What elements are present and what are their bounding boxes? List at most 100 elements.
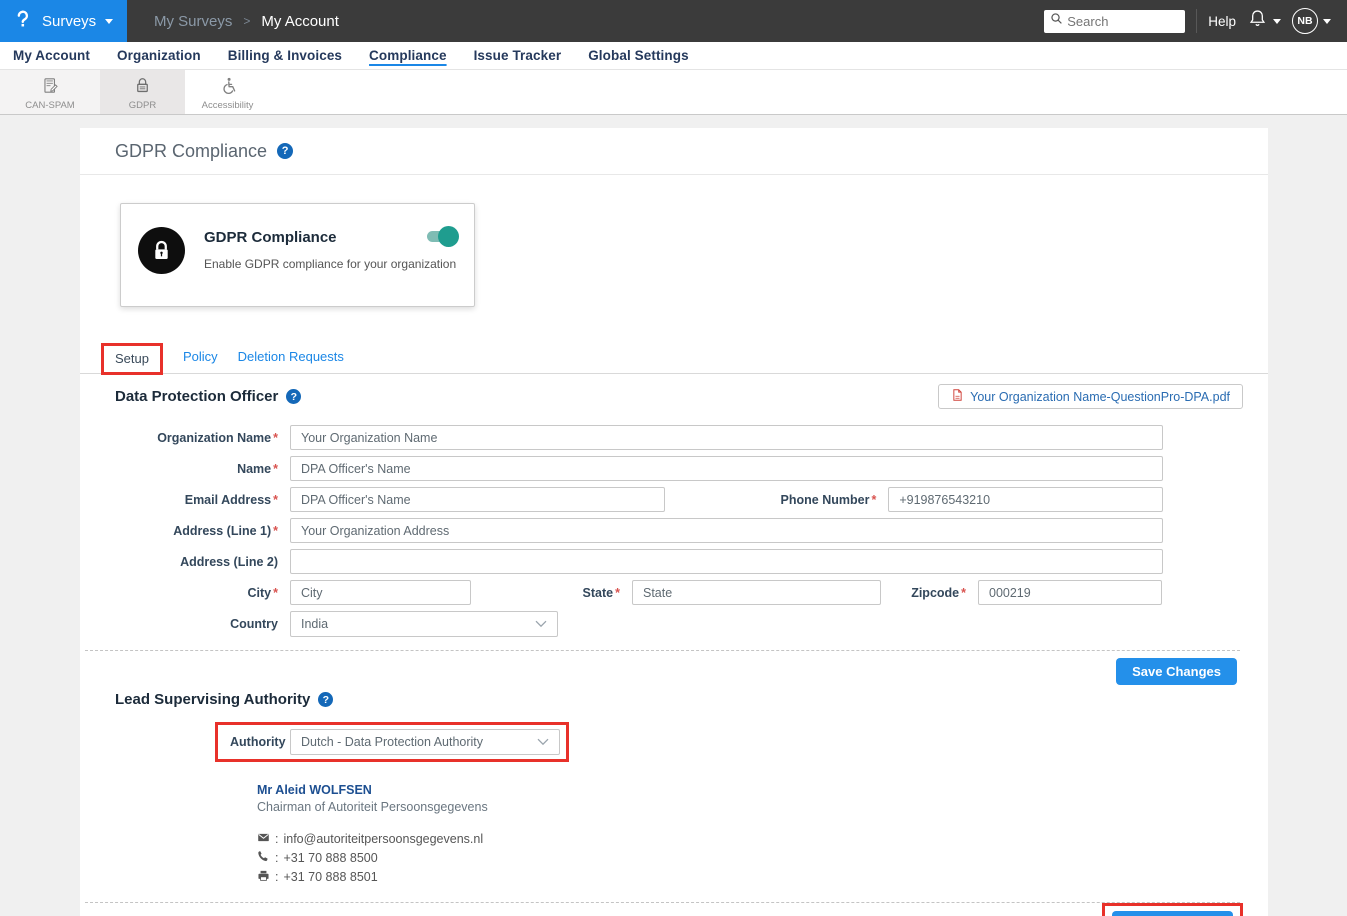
envelope-icon <box>257 831 270 847</box>
required-marker: * <box>615 586 620 600</box>
annotation-box-save: Save Changes <box>1102 903 1243 916</box>
required-marker: * <box>273 524 278 538</box>
form-row: City* State* Zipcode* <box>115 580 1163 605</box>
card-text: GDPR Compliance Enable GDPR compliance f… <box>204 220 456 306</box>
contact-phone-line: : +31 70 888 8500 <box>257 850 1268 866</box>
org-name-field[interactable] <box>290 425 1163 450</box>
save-changes-button[interactable]: Save Changes <box>1112 911 1233 916</box>
form-row: Email Address* Phone Number* <box>115 487 1163 512</box>
contact-fax-line: : +31 70 888 8501 <box>257 869 1268 885</box>
subtab-gdpr[interactable]: GDPR <box>100 70 185 114</box>
address1-field[interactable] <box>290 518 1163 543</box>
chevron-down-icon <box>1273 19 1281 24</box>
help-icon[interactable] <box>286 389 301 404</box>
dpo-heading-text: Data Protection Officer <box>115 388 278 405</box>
avatar: NB <box>1292 8 1318 34</box>
subtab-label: GDPR <box>129 100 156 111</box>
compliance-subnav: CAN-SPAM GDPR Accessibility <box>0 70 1347 115</box>
account-menu[interactable]: NB <box>1292 8 1331 34</box>
top-bar: Surveys My Surveys > My Account Help NB <box>0 0 1347 42</box>
form-row: Address (Line 2) <box>115 549 1163 574</box>
email-label: Email Address* <box>115 493 278 507</box>
help-icon[interactable] <box>318 692 333 707</box>
bell-icon <box>1247 8 1268 34</box>
search-box[interactable] <box>1044 10 1185 33</box>
subtab-accessibility[interactable]: Accessibility <box>185 70 270 114</box>
required-marker: * <box>871 493 876 507</box>
toggle-knob <box>438 226 459 247</box>
phone-field[interactable] <box>888 487 1163 512</box>
dpo-form: Organization Name* Name* Email Address* … <box>80 425 1268 637</box>
authority-contact-lines: : info@autoriteitpersoonsgegevens.nl : +… <box>257 831 1268 885</box>
main-area: GDPR Compliance GDPR Compliance Enable G… <box>0 115 1347 916</box>
help-icon[interactable] <box>277 143 293 159</box>
country-label: Country <box>115 617 278 631</box>
form-row: Name* <box>115 456 1163 481</box>
subtab-can-spam[interactable]: CAN-SPAM <box>0 70 100 114</box>
gdpr-enable-card: GDPR Compliance Enable GDPR compliance f… <box>120 203 475 307</box>
authority-select[interactable]: Dutch - Data Protection Authority <box>290 729 560 755</box>
authority-value: Dutch - Data Protection Authority <box>301 735 483 749</box>
authority-contact-title: Chairman of Autoriteit Persoonsgegevens <box>257 800 1268 814</box>
separator: : <box>275 870 278 884</box>
chevron-down-icon <box>105 19 113 24</box>
state-label: State* <box>483 586 620 600</box>
tab-global-settings[interactable]: Global Settings <box>588 48 689 63</box>
topbar-right: Help NB <box>1044 8 1347 34</box>
form-row: Organization Name* <box>115 425 1163 450</box>
lock-icon <box>133 76 152 98</box>
required-marker: * <box>273 493 278 507</box>
tab-issue-tracker[interactable]: Issue Tracker <box>474 48 562 63</box>
tab-setup[interactable]: Setup <box>115 351 149 366</box>
product-switcher[interactable]: Surveys <box>0 0 127 42</box>
tab-my-account[interactable]: My Account <box>13 48 90 63</box>
lsa-save-row: Save Changes <box>80 903 1268 916</box>
required-marker: * <box>273 462 278 476</box>
org-name-label: Organization Name* <box>115 431 278 445</box>
zipcode-field[interactable] <box>978 580 1162 605</box>
lsa-heading-text: Lead Supervising Authority <box>115 691 310 708</box>
tab-policy[interactable]: Policy <box>183 349 218 373</box>
city-field[interactable] <box>290 580 471 605</box>
pdf-file-icon <box>951 388 964 405</box>
email-field[interactable] <box>290 487 665 512</box>
questionpro-logo-icon <box>12 8 33 34</box>
breadcrumb: My Surveys > My Account <box>154 13 339 30</box>
address1-label: Address (Line 1)* <box>115 524 278 538</box>
chevron-down-icon <box>537 735 549 749</box>
tab-deletion-requests[interactable]: Deletion Requests <box>238 349 344 373</box>
pdf-file-name: Your Organization Name-QuestionPro-DPA.p… <box>970 390 1230 404</box>
tab-organization[interactable]: Organization <box>117 48 201 63</box>
authority-contact-name: Mr Aleid WOLFSEN <box>257 783 1268 797</box>
notifications-button[interactable] <box>1247 8 1281 34</box>
tab-billing-invoices[interactable]: Billing & Invoices <box>228 48 342 63</box>
card-title: GDPR Compliance <box>204 229 456 246</box>
country-select[interactable]: India <box>290 611 558 637</box>
form-row: Address (Line 1)* <box>115 518 1163 543</box>
save-changes-button[interactable]: Save Changes <box>1116 658 1237 685</box>
form-row: Country India <box>115 611 1163 637</box>
product-label: Surveys <box>42 13 96 30</box>
accessibility-icon <box>218 76 237 98</box>
gdpr-toggle[interactable] <box>427 231 456 242</box>
section-divider <box>85 650 1240 651</box>
separator: : <box>275 832 278 846</box>
lock-badge-icon <box>138 227 185 274</box>
lsa-heading-row: Lead Supervising Authority <box>80 691 1268 708</box>
state-field[interactable] <box>632 580 881 605</box>
dpa-pdf-button[interactable]: Your Organization Name-QuestionPro-DPA.p… <box>938 384 1243 409</box>
breadcrumb-my-surveys[interactable]: My Surveys <box>154 13 232 30</box>
tab-compliance[interactable]: Compliance <box>369 48 447 63</box>
help-link[interactable]: Help <box>1208 14 1236 29</box>
dpo-heading: Data Protection Officer <box>115 388 301 405</box>
page-title: GDPR Compliance <box>115 141 267 162</box>
name-label: Name* <box>115 462 278 476</box>
name-field[interactable] <box>290 456 1163 481</box>
chevron-down-icon <box>1323 19 1331 24</box>
search-input[interactable] <box>1067 14 1179 29</box>
contact-phone: +31 70 888 8500 <box>283 851 377 865</box>
annotation-box-setup: Setup <box>101 343 163 375</box>
topbar-divider <box>1196 9 1197 33</box>
annotation-box-authority: Authority Dutch - Data Protection Author… <box>215 722 569 762</box>
address2-field[interactable] <box>290 549 1163 574</box>
